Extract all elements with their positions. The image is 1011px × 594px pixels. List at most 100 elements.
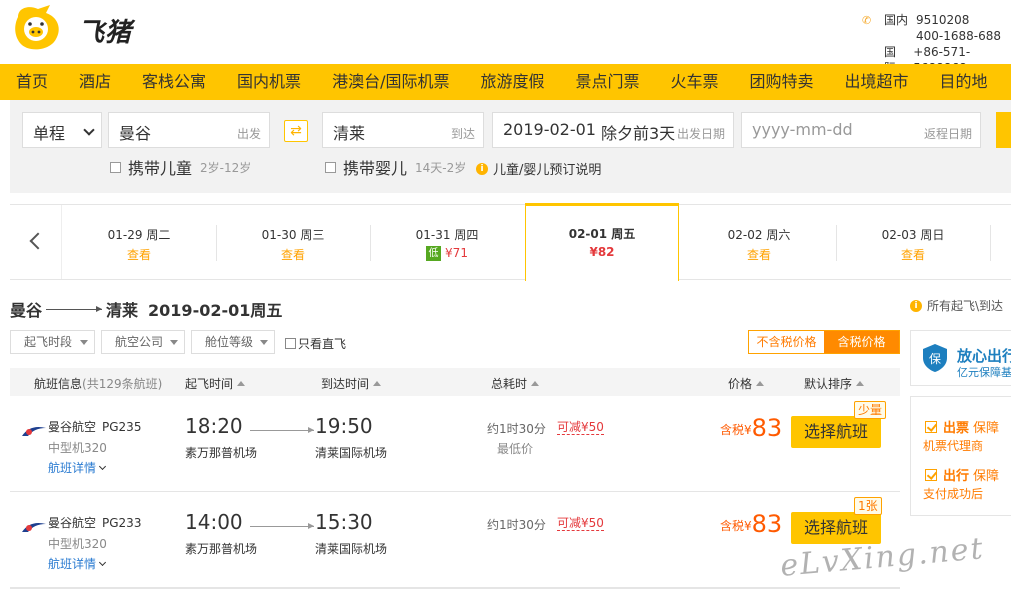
route-title: 曼谷 清莱 2019-02-01周五: [10, 297, 282, 321]
tax-excluded-tab[interactable]: 不含税价格: [749, 331, 824, 353]
date-label: 01-30 周三: [261, 228, 325, 242]
nav-item-domestic-flight[interactable]: 国内机票: [221, 64, 316, 100]
direct-only-label: 只看直飞: [298, 337, 347, 351]
flight-row: 曼谷航空 PG233 中型机320 航班详情 14:00 素万那普机场 15:30…: [10, 492, 900, 588]
sort-default[interactable]: 默认排序: [804, 375, 865, 392]
guarantee-list: 出票 保障 机票代理商 出行 保障 支付成功后: [910, 396, 1011, 516]
arrival-airport: 清莱国际机场: [315, 542, 388, 556]
date-label: 01-29 周二: [107, 228, 171, 242]
nav-item-inn[interactable]: 客栈公寓: [126, 64, 221, 100]
date-option-selected[interactable]: 02-01 周五 ¥82: [525, 203, 679, 281]
tax-included-tab[interactable]: 含税价格: [824, 331, 899, 353]
departure-time: 14:00: [185, 510, 243, 534]
infant-option[interactable]: 携带婴儿 14天-2岁: [325, 155, 466, 179]
sort-price[interactable]: 价格: [728, 375, 765, 392]
discount-link[interactable]: 可减¥50: [557, 516, 604, 531]
nav-item-vacation[interactable]: 旅游度假: [464, 64, 559, 100]
nav-item-home[interactable]: 首页: [0, 64, 63, 100]
route-arrow-icon: [46, 305, 103, 312]
departure-airport: 素万那普机场: [185, 446, 258, 460]
airline-label: 曼谷航空: [48, 420, 97, 434]
date-label: 02-02 周六: [727, 228, 791, 242]
arrival-time: 15:30: [315, 510, 373, 534]
nav-item-train[interactable]: 火车票: [655, 64, 734, 100]
prev-dates-button[interactable]: [10, 205, 62, 279]
flight-count: (共129条航班): [82, 377, 163, 391]
guarantee-desc: 支付成功后: [923, 487, 984, 501]
select-flight-button[interactable]: 选择航班: [791, 416, 881, 448]
arrival-hint: 到达: [450, 127, 475, 141]
bangkok-airways-logo-icon: [22, 427, 46, 436]
date-price-row: 低 ¥71: [370, 246, 524, 261]
bangkok-airways-logo-icon: [22, 523, 46, 532]
search-button[interactable]: [996, 112, 1011, 148]
main-nav: 首页 酒店 客栈公寓 国内机票 港澳台/国际机票 旅游度假 景点门票 火车票 团…: [0, 64, 1011, 100]
caret-down-icon: [260, 340, 268, 345]
child-option[interactable]: 携带儿童 2岁-12岁: [110, 155, 251, 179]
departure-date-hint: 出发日期: [676, 127, 725, 141]
flight-duration: 约1时30分: [487, 422, 546, 436]
sort-departure-time[interactable]: 起飞时间: [185, 375, 246, 392]
flight-details-link[interactable]: 航班详情: [48, 555, 107, 572]
return-date-input[interactable]: yyyy-mm-dd 返程日期: [741, 112, 981, 148]
fliggy-logo-icon[interactable]: [10, 3, 74, 55]
travel-assurance-banner[interactable]: 保 放心出行 亿元保障基: [910, 330, 1011, 386]
sort-label: 起飞时间: [185, 377, 234, 391]
nav-item-tickets[interactable]: 景点门票: [559, 64, 654, 100]
sort-up-icon: [531, 381, 540, 386]
sort-arrival-time[interactable]: 到达时间: [321, 375, 382, 392]
departure-city-input[interactable]: 曼谷 出发: [108, 112, 270, 148]
nav-item-group-buy[interactable]: 团购特卖: [734, 64, 829, 100]
direct-only-option[interactable]: 只看直飞: [285, 335, 346, 352]
site-header: 飞猪 ✆ 国内 9510208 400-1688-688 国际 +86-571-…: [0, 0, 1011, 75]
caret-down-icon: [170, 340, 178, 345]
flight-number: PG233: [102, 516, 142, 530]
arrival-city-input[interactable]: 清莱 到达: [322, 112, 484, 148]
swap-cities-icon[interactable]: ⇄: [284, 120, 308, 142]
departure-date-input[interactable]: 2019-02-01 除夕前3天 出发日期: [492, 112, 734, 148]
route-to: 清莱: [106, 301, 139, 320]
guarantee-item-ticketing: 出票 保障: [925, 417, 999, 436]
nav-item-intl-flight[interactable]: 港澳台/国际机票: [316, 64, 464, 100]
kid-booking-note[interactable]: i 儿童/婴儿预订说明: [476, 159, 601, 178]
all-flights-note[interactable]: i 所有起飞\到达: [910, 297, 1003, 314]
nav-item-more[interactable]: 飞: [1003, 64, 1011, 100]
date-price: 查看: [746, 248, 771, 262]
date-label: 02-01 周五: [568, 227, 636, 241]
date-option[interactable]: 02-02 周六 查看: [682, 205, 836, 279]
discount-link[interactable]: 可减¥50: [557, 420, 604, 435]
child-checkbox[interactable]: [110, 161, 121, 173]
logo-text[interactable]: 飞猪: [78, 12, 132, 49]
child-label: 携带儿童: [128, 159, 193, 178]
infant-label: 携带婴儿: [343, 159, 408, 178]
date-option[interactable]: 01-29 周二 查看: [62, 205, 216, 279]
trip-type-select[interactable]: 单程: [22, 112, 102, 148]
filter-airline[interactable]: 航空公司: [101, 330, 185, 354]
route-date: 2019-02-01周五: [148, 301, 283, 320]
departure-time: 18:20: [185, 414, 243, 438]
check-icon: [925, 469, 937, 481]
flight-arrow-icon: [250, 427, 314, 433]
direct-only-checkbox[interactable]: [285, 338, 296, 349]
select-flight-button[interactable]: 选择航班: [791, 512, 881, 544]
date-option[interactable]: 02-03 周日 查看: [836, 205, 990, 279]
hotline-domestic-number-2: 400-1688-688: [916, 29, 1002, 43]
filter-cabin[interactable]: 舱位等级: [191, 330, 275, 354]
nav-item-duty-free[interactable]: 出境超市: [829, 64, 924, 100]
hotline-domestic-number: 9510208: [916, 13, 970, 27]
lowest-price-tag: 最低价: [497, 442, 534, 456]
infant-checkbox[interactable]: [325, 161, 336, 173]
date-price: 查看: [900, 248, 925, 262]
nav-item-hotel[interactable]: 酒店: [63, 64, 126, 100]
flight-details-link[interactable]: 航班详情: [48, 459, 107, 476]
nav-item-destination[interactable]: 目的地: [924, 64, 1003, 100]
return-date-hint: 返程日期: [923, 127, 972, 141]
sort-label: 价格: [728, 377, 753, 391]
airline-name: 曼谷航空 PG235: [48, 418, 141, 435]
filter-label: 舱位等级: [205, 335, 254, 349]
filter-departure-time[interactable]: 起飞时段: [10, 330, 95, 354]
date-option[interactable]: 01-31 周四 低 ¥71: [370, 205, 524, 279]
price-value: 83: [751, 510, 783, 538]
date-option[interactable]: 01-30 周三 查看: [216, 205, 370, 279]
sort-duration[interactable]: 总耗时: [491, 375, 540, 392]
